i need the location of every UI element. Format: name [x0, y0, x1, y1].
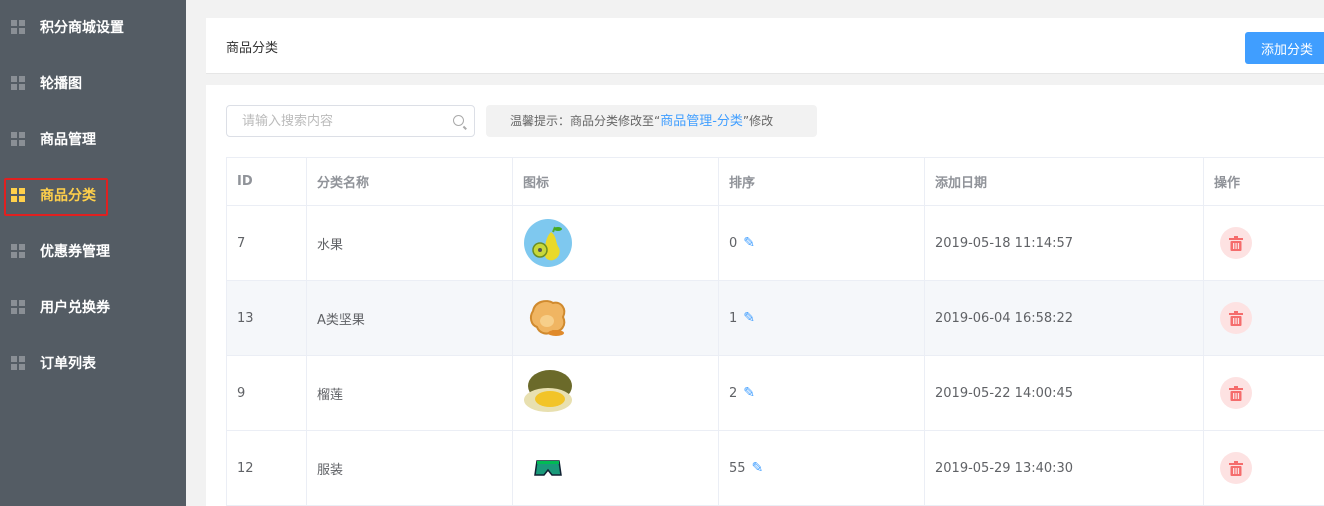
sort-value: 1: [729, 311, 738, 326]
add-category-button[interactable]: 添加分类: [1245, 32, 1324, 64]
trash-icon: [1229, 460, 1243, 476]
sidebar-item-carousel[interactable]: 轮播图: [0, 63, 186, 103]
cell-date: 2019-05-22 14:00:45: [924, 355, 1204, 431]
search-input[interactable]: [242, 106, 442, 136]
cell-name: 榴莲: [306, 355, 513, 431]
col-date: 添加日期: [924, 157, 1204, 206]
cell-sort: 55 ✎: [718, 430, 925, 506]
cell-name: 水果: [306, 205, 513, 281]
grid-icon: [11, 356, 25, 370]
col-sort: 排序: [718, 157, 925, 206]
cell-id: 12: [226, 430, 307, 506]
sidebar-item-label: 优惠券管理: [40, 244, 110, 260]
trash-icon: [1229, 235, 1243, 251]
trash-icon: [1229, 310, 1243, 326]
table-row: 9 榴莲 2 ✎ 2019-05-22 14:00:45: [226, 355, 1324, 431]
sort-value: 0: [729, 236, 738, 251]
sidebar-item-points-mall-settings[interactable]: 积分商城设置: [0, 7, 186, 47]
tip-text-suffix: ”修改: [742, 114, 774, 128]
cell-sort: 0 ✎: [718, 205, 925, 281]
grid-icon: [11, 132, 25, 146]
cell-id: 7: [226, 205, 307, 281]
edit-pencil-icon[interactable]: ✎: [743, 385, 755, 401]
pear-image: [524, 219, 572, 267]
cell-sort: 2 ✎: [718, 355, 925, 431]
cell-date: 2019-06-04 16:58:22: [924, 280, 1204, 356]
tip-banner: 温馨提示：商品分类修改至“商品管理-分类”修改: [486, 105, 817, 137]
nut-image: [529, 300, 566, 336]
sidebar-item-label: 订单列表: [40, 356, 96, 372]
cell-actions: [1203, 355, 1324, 431]
tip-text: 温馨提示：商品分类修改至“: [510, 114, 661, 128]
trash-icon: [1229, 385, 1243, 401]
col-icon: 图标: [512, 157, 719, 206]
cell-icon: [512, 430, 719, 506]
cell-id: 9: [226, 355, 307, 431]
page-title: 商品分类: [226, 41, 279, 56]
table-row: 12 服装 55 ✎ 2019-05-29 13:40:30: [226, 430, 1324, 506]
col-actions: 操作: [1203, 157, 1324, 206]
cell-actions: [1203, 430, 1324, 506]
col-name: 分类名称: [306, 157, 513, 206]
durian-image: [524, 370, 572, 412]
sidebar-item-coupon-management[interactable]: 优惠券管理: [0, 231, 186, 271]
sort-value: 2: [729, 386, 738, 401]
delete-button[interactable]: [1220, 452, 1252, 484]
sidebar-item-product-management[interactable]: 商品管理: [0, 119, 186, 159]
sidebar-item-label: 商品管理: [40, 132, 96, 148]
sidebar-item-label: 轮播图: [40, 76, 82, 92]
table-header: ID 分类名称 图标 排序 添加日期 操作: [226, 157, 1324, 206]
cell-date: 2019-05-18 11:14:57: [924, 205, 1204, 281]
cell-sort: 1 ✎: [718, 280, 925, 356]
sidebar-item-user-vouchers[interactable]: 用户兑换券: [0, 287, 186, 327]
sidebar-item-order-list[interactable]: 订单列表: [0, 343, 186, 383]
grid-icon: [11, 244, 25, 258]
delete-button[interactable]: [1220, 377, 1252, 409]
cell-date: 2019-05-29 13:40:30: [924, 430, 1204, 506]
edit-pencil-icon[interactable]: ✎: [743, 310, 755, 326]
edit-pencil-icon[interactable]: ✎: [743, 235, 755, 251]
col-id: ID: [226, 157, 307, 206]
table-row: 13 A类坚果 1 ✎ 2019-06-04 16:58:22: [226, 280, 1324, 356]
page-header: 商品分类 添加分类: [206, 18, 1324, 74]
sidebar-item-product-category[interactable]: 商品分类: [0, 175, 186, 216]
cell-actions: [1203, 205, 1324, 281]
table-row: 7 水果 0 ✎ 2019-05-18 11:14:57: [226, 205, 1324, 281]
tip-link[interactable]: 商品管理-分类: [660, 114, 743, 129]
content-card: 温馨提示：商品分类修改至“商品管理-分类”修改 ID 分类名称 图标 排序 添加…: [206, 85, 1324, 506]
sort-value: 55: [729, 461, 746, 476]
grid-icon: [11, 20, 25, 34]
cell-name: 服装: [306, 430, 513, 506]
cell-icon: [512, 355, 719, 431]
grid-icon: [11, 76, 25, 90]
edit-pencil-icon[interactable]: ✎: [752, 460, 764, 476]
category-table: ID 分类名称 图标 排序 添加日期 操作 7 水果 0 ✎ 2019-05-18…: [226, 157, 1324, 506]
highlight-box: [4, 178, 108, 216]
cell-icon: [512, 205, 719, 281]
sidebar: 积分商城设置 轮播图 商品管理 商品分类 优惠券管理 用户兑换券 订单列表: [0, 0, 186, 506]
shorts-image: [534, 460, 562, 476]
sidebar-item-label: 用户兑换券: [40, 300, 110, 316]
cell-name: A类坚果: [306, 280, 513, 356]
cell-icon: [512, 280, 719, 356]
cell-actions: [1203, 280, 1324, 356]
delete-button[interactable]: [1220, 302, 1252, 334]
delete-button[interactable]: [1220, 227, 1252, 259]
search-icon[interactable]: [453, 115, 464, 126]
grid-icon: [11, 300, 25, 314]
search-box: [226, 105, 475, 137]
sidebar-item-label: 积分商城设置: [40, 20, 124, 36]
cell-id: 13: [226, 280, 307, 356]
